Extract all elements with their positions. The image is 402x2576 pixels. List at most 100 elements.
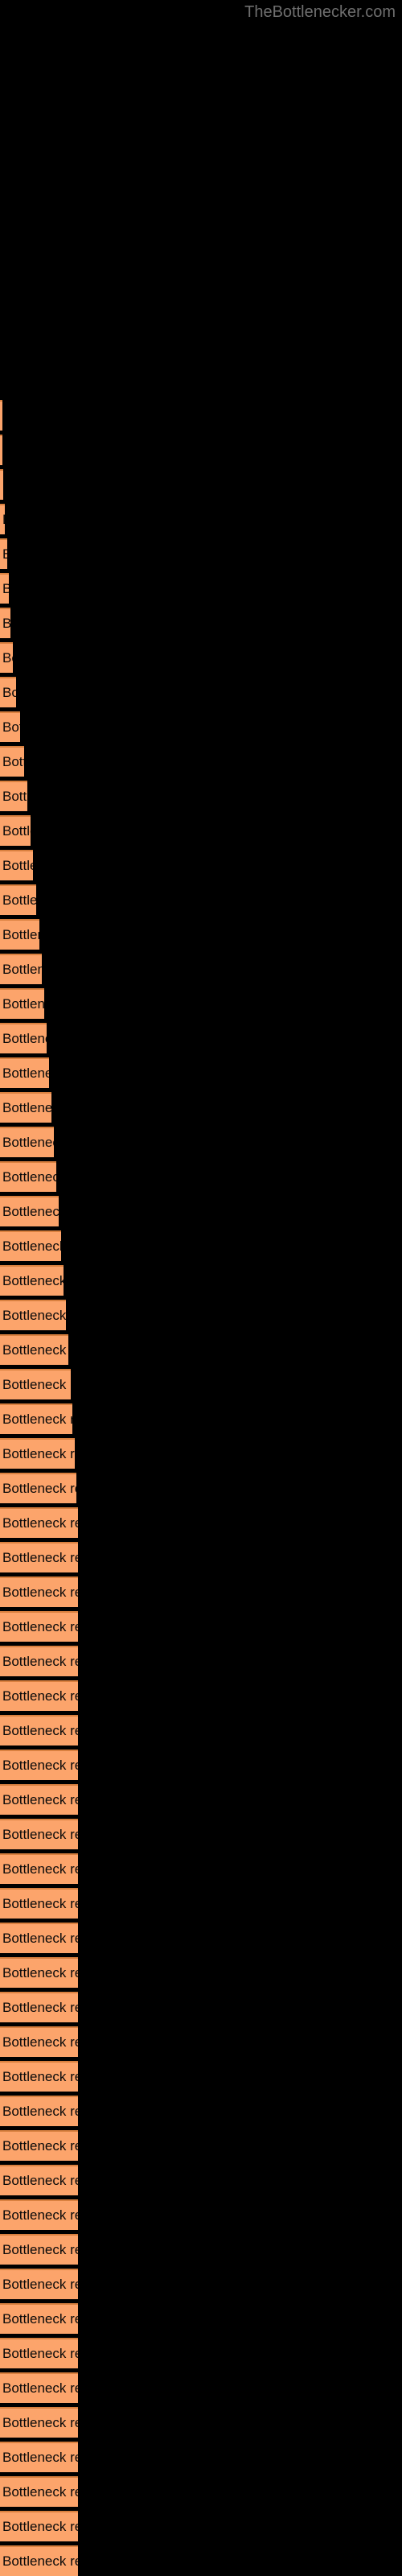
chart-bar[interactable]: Bottleneck result: [0, 954, 42, 984]
chart-bar[interactable]: Bottleneck result: [0, 2303, 78, 2334]
chart-bar[interactable]: Bottleneck result: [0, 1023, 47, 1053]
chart-bar[interactable]: Bottleneck result: [0, 1853, 78, 1884]
chart-bar[interactable]: Bottleneck result: [0, 711, 20, 742]
chart-bar[interactable]: Bottleneck result: [0, 1507, 78, 1538]
bar-label: Bottleneck result: [2, 1031, 47, 1046]
bar-label: Bottleneck result: [2, 1723, 78, 1738]
chart-bar[interactable]: Bottleneck result: [0, 919, 39, 950]
chart-bar[interactable]: Bottleneck result: [0, 1784, 78, 1815]
chart-bar[interactable]: Bottleneck result: [0, 1334, 68, 1365]
chart-bar[interactable]: Bottleneck result: [0, 1057, 49, 1088]
bar-label: Bottleneck result: [2, 1481, 76, 1496]
chart-bar[interactable]: Bottleneck result: [0, 746, 24, 777]
bar-label: Bottleneck result: [2, 1515, 78, 1531]
chart-bar[interactable]: Bottleneck result: [0, 815, 31, 846]
bar-label: Bottleneck result: [2, 650, 13, 666]
bar-label: Bottleneck result: [2, 616, 10, 632]
chart-bar[interactable]: Bottleneck result: [0, 608, 10, 638]
chart-bar[interactable]: Bottleneck result: [0, 1369, 71, 1399]
chart-bar[interactable]: Bottleneck result: [0, 677, 16, 707]
chart-bar[interactable]: Bottleneck result: [0, 1577, 78, 1607]
bar-label: Bottleneck result: [2, 2553, 78, 2569]
bar-label: Bottleneck result: [2, 1965, 78, 1980]
chart-bar[interactable]: Bottleneck result: [0, 2407, 78, 2438]
chart-bar[interactable]: Bottleneck result: [0, 850, 33, 880]
chart-bar[interactable]: Bottleneck result: [0, 2096, 78, 2126]
bar-label: Bottleneck result: [2, 2138, 78, 2154]
chart-bar[interactable]: Bottleneck result: [0, 1957, 78, 1988]
chart-bar[interactable]: Bottleneck result: [0, 2269, 78, 2299]
chart-bar[interactable]: Bottleneck result: [0, 1680, 78, 1711]
chart-bar[interactable]: Bottleneck result: [0, 1888, 78, 1919]
bar-label: Bottleneck result: [2, 1792, 78, 1807]
chart-bar[interactable]: Bottleneck result: [0, 1715, 78, 1745]
chart-bar[interactable]: Bottleneck result: [0, 2338, 78, 2368]
chart-bar[interactable]: Bottleneck result: [0, 1300, 66, 1330]
chart-bar[interactable]: Bottleneck result: [0, 538, 7, 569]
bar-label: Bottleneck result: [2, 1135, 54, 1150]
bar-label: Bottleneck result: [2, 1585, 78, 1600]
chart-bar[interactable]: Bottleneck result: [0, 1403, 72, 1434]
chart-bar[interactable]: Bottleneck result: [0, 1750, 78, 1780]
chart-bar[interactable]: Bottleneck result: [0, 988, 44, 1019]
chart-bar[interactable]: Bottleneck result: [0, 1196, 59, 1226]
chart-bar[interactable]: Bottleneck result: [0, 1127, 54, 1157]
bar-label: Bottleneck result: [2, 1861, 78, 1877]
bar-label: Bottleneck result: [2, 1377, 71, 1392]
chart-bar[interactable]: Bottleneck result: [0, 2545, 78, 2576]
chart-bar[interactable]: Bottleneck result: [0, 1438, 75, 1469]
chart-bar[interactable]: Bottleneck result: [0, 1819, 78, 1849]
chart-bar[interactable]: Bottleneck result: [0, 1611, 78, 1642]
bar-label: Bottleneck result: [2, 2173, 78, 2188]
bar-label: Bottleneck result: [2, 477, 3, 493]
chart-bar[interactable]: Bottleneck result: [0, 642, 13, 673]
chart-bar[interactable]: Bottleneck result: [0, 1265, 64, 1296]
bar-label: Bottleneck result: [2, 1308, 66, 1323]
chart-bar[interactable]: Bottleneck result: [0, 1992, 78, 2022]
chart-bar[interactable]: Bottleneck result: [0, 435, 2, 465]
chart-bar[interactable]: Bottleneck result: [0, 2026, 78, 2057]
bar-label: Bottleneck result: [2, 1100, 51, 1115]
chart-bar[interactable]: Bottleneck result: [0, 2372, 78, 2403]
chart-bar[interactable]: Bottleneck result: [0, 1542, 78, 1572]
bar-label: Bottleneck result: [2, 685, 16, 700]
chart-bar[interactable]: Bottleneck result: [0, 2199, 78, 2230]
bar-label: Bottleneck result: [2, 2484, 78, 2500]
bar-label: Bottleneck result: [2, 1896, 78, 1911]
chart-bar[interactable]: Bottleneck result: [0, 1230, 61, 1261]
chart-bar[interactable]: Bottleneck result: [0, 469, 3, 500]
chart-bar[interactable]: Bottleneck result: [0, 400, 2, 431]
bar-label: Bottleneck result: [2, 754, 24, 769]
bar-label: Bottleneck result: [2, 581, 9, 597]
chart-bar[interactable]: Bottleneck result: [0, 2442, 78, 2472]
chart-bar[interactable]: Bottleneck result: [0, 884, 36, 915]
bar-label: Bottleneck result: [2, 719, 20, 735]
chart-bar[interactable]: Bottleneck result: [0, 1923, 78, 1953]
chart-bar[interactable]: Bottleneck result: [0, 781, 27, 811]
bottleneck-bar-chart: Bottleneck result Bottleneck result Bottle…: [0, 0, 402, 2576]
bar-label: Bottleneck result: [2, 546, 7, 563]
bar-label: Bottleneck result: [2, 1169, 56, 1185]
chart-bar[interactable]: Bottleneck result: [0, 2511, 78, 2541]
chart-bar[interactable]: Bottleneck result: [0, 573, 9, 604]
chart-bar[interactable]: Bottleneck result: [0, 1161, 56, 1192]
bar-label: Bottleneck result: [2, 2380, 78, 2396]
chart-bar[interactable]: Bottleneck result: [0, 2476, 78, 2507]
chart-bar[interactable]: Bottleneck result: [0, 1092, 51, 1123]
chart-bar[interactable]: Bottleneck result: [0, 504, 5, 534]
bar-label: Bottleneck result: [2, 2000, 78, 2015]
chart-bar[interactable]: Bottleneck result: [0, 1646, 78, 1676]
chart-bar[interactable]: Bottleneck result: [0, 2061, 78, 2092]
chart-bar[interactable]: Bottleneck result: [0, 2165, 78, 2195]
bar-label: Bottleneck result: [2, 2450, 78, 2465]
bar-label: Bottleneck result: [2, 823, 31, 839]
bar-label: Bottleneck result: [2, 1654, 78, 1669]
chart-bar[interactable]: Bottleneck result: [0, 1473, 76, 1503]
bar-label: Bottleneck result: [2, 1827, 78, 1842]
bar-label: Bottleneck result: [2, 1931, 78, 1946]
chart-bar[interactable]: Bottleneck result: [0, 2234, 78, 2265]
bar-label: Bottleneck result: [2, 2034, 78, 2050]
bar-label: Bottleneck result: [2, 2242, 78, 2257]
bar-label: Bottleneck result: [2, 1619, 78, 1634]
chart-bar[interactable]: Bottleneck result: [0, 2130, 78, 2161]
